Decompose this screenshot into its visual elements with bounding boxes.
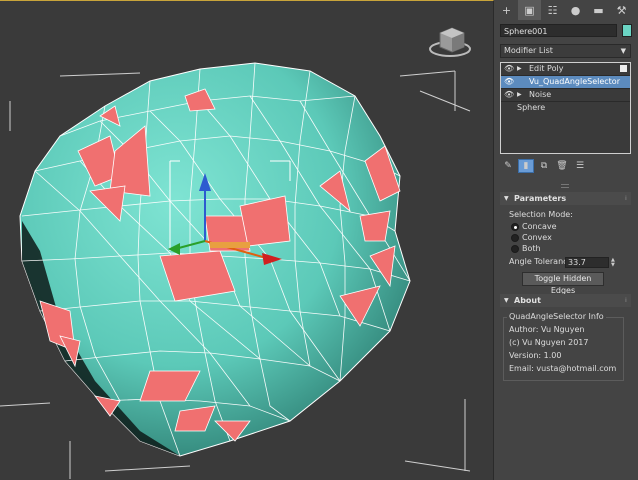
utilities-icon[interactable]: ⚒ — [610, 0, 633, 20]
about-rollout-header[interactable]: ▼ About ⁞ — [500, 294, 631, 307]
toggle-hidden-edges-button[interactable]: Toggle Hidden Edges — [522, 272, 604, 295]
create-icon[interactable]: + — [495, 0, 518, 20]
motion-icon[interactable]: ● — [564, 0, 587, 20]
stack-item-edit-poly[interactable]: 👁 ▶ Edit Poly — [501, 63, 630, 75]
copyright-text: (c) Vu Nguyen 2017 — [509, 338, 589, 347]
stack-item-noise[interactable]: 👁 ▶ Noise — [501, 89, 630, 101]
chevron-down-icon: ▼ — [620, 47, 626, 55]
stack-item-label: Edit Poly — [529, 64, 564, 73]
drag-handle-icon: ⁞ — [624, 297, 627, 304]
object-name-field[interactable]: Sphere001 — [500, 24, 617, 37]
angle-tolerance-label: Angle Tolerance — [509, 257, 573, 266]
parameters-title: Parameters — [514, 194, 567, 203]
panel-resize-grip[interactable] — [561, 184, 569, 188]
radio-concave-label[interactable]: Concave — [522, 222, 557, 231]
email-text: Email: vusta@hotmail.com — [509, 364, 617, 373]
radio-convex-label[interactable]: Convex — [522, 233, 552, 242]
remove-modifier-icon[interactable]: 🗑 — [554, 159, 570, 173]
stack-item-quad-angle-selector[interactable]: 👁 Vu_QuadAngleSelector — [501, 76, 630, 88]
about-title: About — [514, 296, 541, 305]
eye-icon[interactable]: 👁 — [504, 76, 514, 88]
spinner-arrows-icon[interactable]: ▲ ▼ — [611, 258, 615, 268]
drag-handle-icon: ⁞ — [624, 195, 627, 202]
show-end-result-icon[interactable]: ▮ — [518, 159, 534, 173]
stack-item-label: Noise — [529, 90, 552, 99]
parameters-rollout-header[interactable]: ▼ Parameters ⁞ — [500, 192, 631, 205]
modifier-list-dropdown[interactable]: Modifier List ▼ — [500, 44, 631, 58]
hierarchy-icon[interactable]: ☷ — [541, 0, 564, 20]
modify-icon[interactable]: ▣ — [518, 0, 541, 20]
display-icon[interactable]: ▬ — [587, 0, 610, 20]
viewport-scene — [0, 27, 471, 479]
angle-tolerance-input[interactable]: 33.7 — [565, 257, 609, 268]
radio-both-label[interactable]: Both — [522, 244, 541, 253]
version-text: Version: 1.00 — [509, 351, 562, 360]
subobject-indicator-icon — [620, 65, 627, 72]
expand-arrow-icon[interactable]: ▶ — [517, 89, 522, 101]
command-panel-tabs: + ▣ ☷ ● ▬ ⚒ — [495, 0, 638, 20]
stack-item-label: Vu_QuadAngleSelector — [529, 77, 620, 86]
view-cube[interactable] — [429, 27, 471, 57]
modifier-stack: 👁 ▶ Edit Poly 👁 Vu_QuadAngleSelector 👁 ▶… — [500, 62, 631, 154]
object-color-swatch[interactable] — [622, 24, 632, 37]
make-unique-icon[interactable]: ⧉ — [536, 159, 552, 173]
stack-item-sphere[interactable]: Sphere — [501, 102, 630, 114]
modifier-list-label: Modifier List — [504, 46, 553, 55]
about-group-title: QuadAngleSelector Info — [507, 312, 606, 321]
collapse-arrow-icon: ▼ — [504, 195, 509, 202]
stack-toolbar: ✎ ▮ ⧉ 🗑 ☰ — [500, 158, 631, 174]
expand-arrow-icon[interactable]: ▶ — [517, 63, 522, 75]
author-text: Author: Vu Nguyen — [509, 325, 585, 334]
selection-mode-label: Selection Mode: — [509, 210, 573, 219]
eye-icon[interactable]: 👁 — [504, 89, 514, 101]
radio-concave[interactable] — [511, 223, 519, 231]
stack-item-label: Sphere — [517, 103, 546, 112]
viewport[interactable] — [0, 0, 494, 480]
collapse-arrow-icon: ▼ — [504, 297, 509, 304]
eye-icon[interactable]: 👁 — [504, 63, 514, 75]
radio-both[interactable] — [511, 245, 519, 253]
radio-convex[interactable] — [511, 234, 519, 242]
object-name-row: Sphere001 — [500, 24, 632, 38]
pin-stack-icon[interactable]: ✎ — [500, 159, 516, 173]
configure-modifier-sets-icon[interactable]: ☰ — [572, 159, 588, 173]
